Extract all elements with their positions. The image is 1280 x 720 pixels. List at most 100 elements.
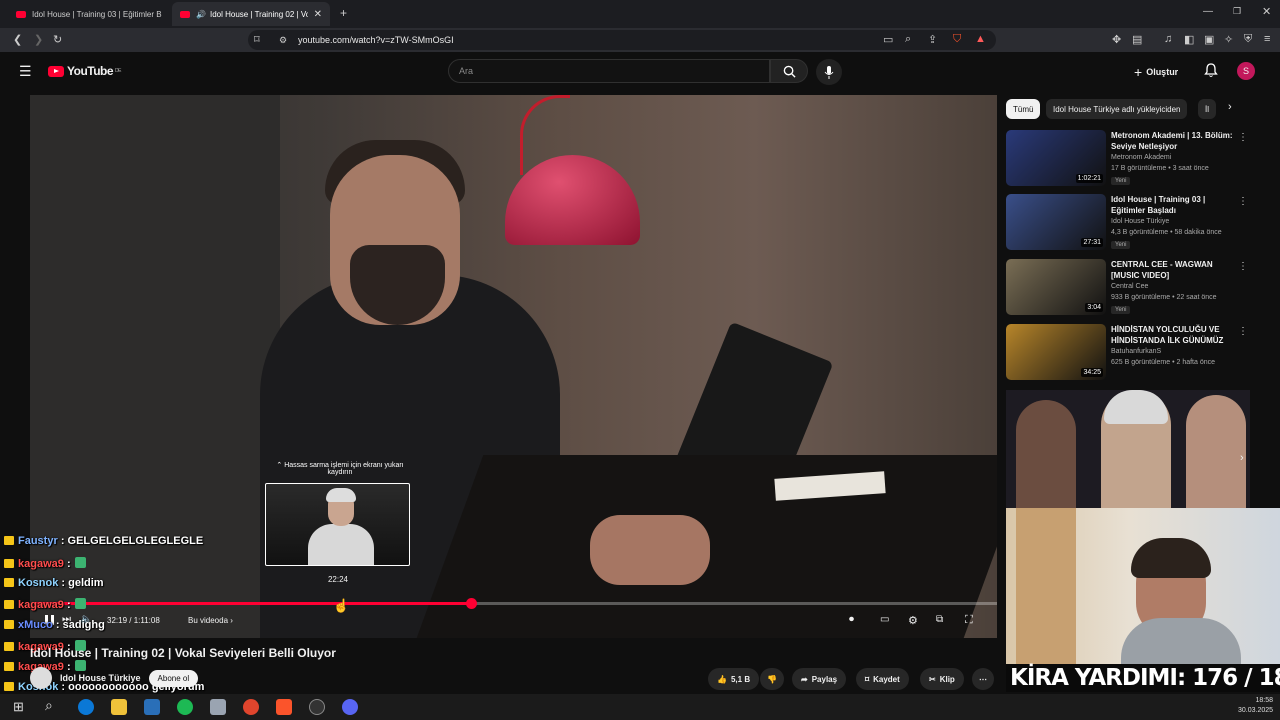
progress-bar[interactable] xyxy=(34,598,997,609)
share-button[interactable]: ➦ Paylaş xyxy=(792,668,847,690)
video-thumbnail[interactable]: 27:31 xyxy=(1006,194,1106,250)
channel-avatar[interactable] xyxy=(30,667,52,689)
chat-badge-icon xyxy=(4,662,14,671)
recommended-video[interactable]: 34:25 HİNDİSTAN YOLCULUĞU VE HİNDİSTANDA … xyxy=(1006,324,1271,380)
notifications-bell-icon[interactable] xyxy=(1204,63,1218,78)
menu-icon[interactable]: ≡ xyxy=(1264,33,1270,45)
more-actions-button[interactable]: ⋯ xyxy=(972,668,994,690)
youtube-logo[interactable]: YouTube DE xyxy=(48,64,121,78)
windows-start-icon[interactable]: ⊞ xyxy=(13,699,24,715)
more-options-icon[interactable]: ⋮ xyxy=(1238,261,1248,272)
chapter-button[interactable]: Bu videoda › xyxy=(188,616,233,625)
calculator-icon[interactable] xyxy=(210,699,226,715)
brave-shield-icon[interactable]: ⛉ xyxy=(953,33,961,46)
wallet-icon[interactable]: ▣ xyxy=(1204,33,1214,46)
close-window-icon[interactable]: ✕ xyxy=(1262,5,1271,18)
chips-next-icon[interactable]: › xyxy=(1228,101,1232,113)
create-button[interactable]: + Oluştur xyxy=(1134,61,1178,83)
more-options-icon[interactable]: ⋮ xyxy=(1238,132,1248,143)
zoom-icon[interactable]: ⌕ xyxy=(905,33,911,46)
site-settings-icon[interactable]: ⚙ xyxy=(279,35,287,46)
like-button[interactable]: 👍 5,1 B xyxy=(708,668,760,690)
hamburger-menu-icon[interactable]: ☰ xyxy=(19,63,32,80)
leo-icon[interactable]: ✧ xyxy=(1224,33,1233,46)
search-input[interactable]: Ara xyxy=(448,59,770,83)
recommended-video[interactable]: 1:02:21 Metronom Akademi | 13. Bölüm: Sev… xyxy=(1006,130,1271,186)
close-tab-icon[interactable]: ✕ xyxy=(308,9,322,20)
channel-name[interactable]: BatuhanfurkanS xyxy=(1111,348,1161,355)
video-title[interactable]: Metronom Akademi | 13. Bölüm: Seviye Net… xyxy=(1111,130,1236,152)
chat-username: Kosnok xyxy=(18,577,59,589)
bookmark-icon[interactable]: ⌑ xyxy=(254,33,260,46)
browser-tab-training02[interactable]: 🔊 Idol House | Training 02 | Vo ✕ xyxy=(172,2,330,26)
chip-related[interactable]: İl xyxy=(1198,99,1216,119)
clip-button[interactable]: ✂ Klip xyxy=(920,668,964,690)
progress-bar-played xyxy=(34,602,472,605)
reload-icon[interactable]: ↻ xyxy=(53,33,62,46)
chat-text: : xyxy=(66,599,71,611)
discord-icon[interactable] xyxy=(342,699,358,715)
cast-icon[interactable]: ▭ xyxy=(883,33,893,46)
video-meta: 4,3 B görüntüleme • 58 dakika önce xyxy=(1111,229,1222,236)
subscribe-button[interactable]: Abone ol xyxy=(148,669,199,687)
autoplay-toggle[interactable]: ⏺ xyxy=(849,614,854,625)
video-thumbnail[interactable]: 34:25 xyxy=(1006,324,1106,380)
video-player[interactable] xyxy=(30,95,997,638)
video-title[interactable]: Idol House | Training 03 | Eğitimler Baş… xyxy=(1111,194,1236,216)
music-icon[interactable]: ♫ xyxy=(1164,33,1172,45)
fullscreen-icon[interactable]: ⛶ xyxy=(965,614,973,627)
file-explorer-icon[interactable] xyxy=(111,699,127,715)
back-icon[interactable]: ❮ xyxy=(13,33,22,46)
subtitles-icon[interactable]: ▭ xyxy=(880,614,889,625)
channel-name[interactable]: Idol House Türkiye xyxy=(1111,218,1169,225)
dislike-button[interactable]: 👎 xyxy=(760,668,784,690)
save-button[interactable]: ⌑ Kaydet xyxy=(856,668,909,690)
chat-message: Kosnok : geldim xyxy=(4,577,104,589)
more-options-icon[interactable]: ⋮ xyxy=(1238,196,1248,207)
browser-tab-training03[interactable]: Idol House | Training 03 | Eğitimler B xyxy=(8,2,168,26)
share-label: Paylaş xyxy=(811,674,838,684)
chat-badge-icon xyxy=(4,682,14,691)
chat-emote-icon xyxy=(74,557,86,568)
more-options-icon[interactable]: ⋮ xyxy=(1238,326,1248,337)
video-title[interactable]: HİNDİSTAN YOLCULUĞU VE HİNDİSTANDA İLK G… xyxy=(1111,324,1236,346)
search-icon xyxy=(783,65,796,78)
voice-search-button[interactable] xyxy=(816,59,842,85)
extensions-icon[interactable]: ✥ xyxy=(1112,33,1121,46)
channel-name[interactable]: Central Cee xyxy=(1111,283,1148,290)
edge-icon[interactable] xyxy=(78,699,94,715)
brave-rewards-icon[interactable]: ▲ xyxy=(975,33,986,45)
channel-name[interactable]: Metronom Akademi xyxy=(1111,154,1171,161)
recommended-video[interactable]: 27:31 Idol House | Training 03 | Eğitimle… xyxy=(1006,194,1271,250)
chip-from-uploader[interactable]: Idol House Türkiye adlı yükleyiciden xyxy=(1046,99,1188,119)
new-badge: Yeni xyxy=(1111,177,1131,185)
sidebar-icon[interactable]: ◧ xyxy=(1184,33,1194,46)
search-button[interactable] xyxy=(770,59,808,83)
new-tab-button[interactable]: + xyxy=(340,6,347,20)
recommended-video[interactable]: 3:04 CENTRAL CEE - WAGWAN [MUSIC VIDEO] Ce… xyxy=(1006,259,1271,315)
channel-name[interactable]: Idol House Türkiye xyxy=(60,673,141,683)
thumbs-down-icon: 👎 xyxy=(767,674,777,684)
forward-icon[interactable]: ❯ xyxy=(34,33,43,46)
minimize-icon[interactable]: — xyxy=(1203,6,1213,17)
share-icon[interactable]: ⇪ xyxy=(928,33,937,46)
taskbar-clock: 18:58 30.03.2025 xyxy=(1238,696,1273,716)
chip-all[interactable]: Tümü xyxy=(1006,99,1041,119)
spotify-icon[interactable] xyxy=(177,699,193,715)
account-avatar[interactable]: S xyxy=(1237,62,1255,80)
obs-icon[interactable] xyxy=(309,699,325,715)
reader-icon[interactable]: ▤ xyxy=(1132,33,1142,46)
vpn-icon[interactable]: ⛨ xyxy=(1244,33,1252,46)
taskbar-search-icon[interactable]: ⌕ xyxy=(45,697,53,714)
chat-badge-icon xyxy=(4,578,14,587)
restore-icon[interactable]: ❐ xyxy=(1233,6,1241,17)
miniplayer-icon[interactable]: ⧉ xyxy=(936,614,943,625)
video-thumbnail[interactable]: 1:02:21 xyxy=(1006,130,1106,186)
video-meta: 17 B görüntüleme • 3 saat önce xyxy=(1111,165,1209,172)
brave-icon[interactable] xyxy=(276,699,292,715)
video-thumbnail[interactable]: 3:04 xyxy=(1006,259,1106,315)
chrome-icon[interactable] xyxy=(243,699,259,715)
settings-gear-icon[interactable]: ⚙ xyxy=(908,614,918,627)
video-title[interactable]: CENTRAL CEE - WAGWAN [MUSIC VIDEO] xyxy=(1111,259,1236,281)
store-icon[interactable] xyxy=(144,699,160,715)
